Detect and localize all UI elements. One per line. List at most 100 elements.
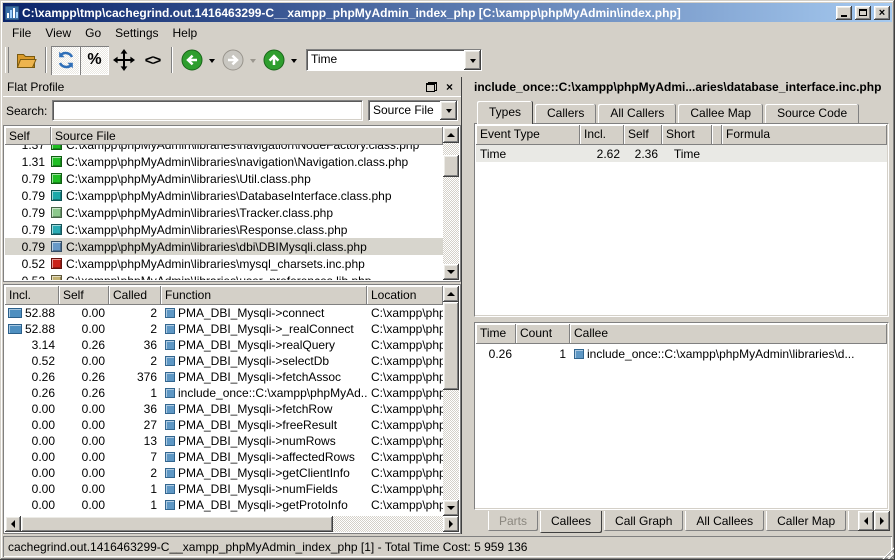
function-row[interactable]: 52.880.002PMA_DBI_Mysqli->connectC:\xamp…	[5, 305, 443, 321]
forward-dropdown-button[interactable]	[247, 46, 259, 75]
function-row[interactable]: 0.000.001PMA_DBI_Mysqli->numFieldsC:\xam…	[5, 481, 443, 497]
callees-table-row-area[interactable]: 0.261include_once::C:\xampp\phpMyAdmin\l…	[476, 345, 887, 362]
file-row[interactable]: 0.79C:\xampp\phpMyAdmin\libraries\Util.c…	[5, 170, 443, 187]
scroll-down-button[interactable]	[443, 264, 459, 280]
column-header-blank[interactable]	[712, 125, 722, 145]
file-row[interactable]: 0.79C:\xampp\phpMyAdmin\libraries\dbi\DB…	[5, 238, 443, 255]
tab-callee-map[interactable]: Callee Map	[678, 104, 763, 123]
event-type-dropdown-button[interactable]	[464, 50, 481, 70]
file-row[interactable]: 0.79C:\xampp\phpMyAdmin\libraries\Respon…	[5, 221, 443, 238]
scroll-left-button[interactable]	[5, 516, 21, 532]
column-header-self[interactable]: Self	[624, 125, 662, 145]
column-header-event-type[interactable]: Event Type	[476, 125, 580, 145]
function-row[interactable]: 0.520.002PMA_DBI_Mysqli->selectDbC:\xamp…	[5, 353, 443, 369]
close-button[interactable]: ×	[874, 6, 890, 20]
column-header-incl[interactable]: Incl.	[580, 125, 624, 145]
column-header-callee[interactable]: Callee	[570, 324, 887, 344]
scroll-up-button[interactable]	[443, 127, 459, 143]
function-row[interactable]: 0.000.002PMA_DBI_Mysqli->getClientInfoC:…	[5, 465, 443, 481]
percent-button[interactable]: %	[80, 46, 109, 75]
back-dropdown-button[interactable]	[206, 46, 218, 75]
forward-button[interactable]	[218, 46, 247, 75]
column-header-time[interactable]: Time	[476, 324, 516, 344]
title-bar[interactable]: C:\xampp\tmp\cachegrind.out.1416463299-C…	[3, 3, 892, 22]
tab-callees[interactable]: Callees	[540, 511, 602, 533]
types-table-row-area[interactable]: Time2.622.36Time	[476, 145, 887, 162]
back-button[interactable]	[177, 46, 206, 75]
tab-all-callees[interactable]: All Callees	[685, 511, 764, 531]
function-row[interactable]: 0.260.26376PMA_DBI_Mysqli->fetchAssocC:\…	[5, 369, 443, 385]
tab-types[interactable]: Types	[477, 101, 533, 124]
tab-caller-map[interactable]: Caller Map	[766, 511, 846, 531]
menu-help[interactable]: Help	[166, 24, 205, 42]
percent-icon: %	[87, 51, 101, 69]
function-row[interactable]: 0.000.0036PMA_DBI_Mysqli->fetchRowC:\xam…	[5, 401, 443, 417]
tab-call-graph[interactable]: Call Graph	[604, 511, 683, 531]
column-header-count[interactable]: Count	[516, 324, 570, 344]
column-header-self[interactable]: Self	[59, 286, 109, 305]
scroll-thumb[interactable]	[21, 516, 333, 532]
file-row[interactable]: 1.31C:\xampp\phpMyAdmin\libraries\naviga…	[5, 153, 443, 170]
up-button[interactable]	[259, 46, 288, 75]
function-row[interactable]: 0.260.261include_once::C:\xampp\phpMyAd.…	[5, 385, 443, 401]
column-header-incl[interactable]: Incl.	[5, 286, 59, 305]
search-input[interactable]	[52, 100, 363, 121]
function-row[interactable]: 0.000.0027PMA_DBI_Mysqli->freeResultC:\x…	[5, 417, 443, 433]
column-header-called[interactable]: Called	[109, 286, 161, 305]
column-header-location[interactable]: Location	[367, 286, 443, 305]
incl-cell: 0.00	[5, 498, 59, 512]
group-by-dropdown-button[interactable]	[440, 101, 457, 120]
scroll-thumb[interactable]	[443, 155, 459, 177]
function-row[interactable]: 0.000.001PMA_DBI_Mysqli->getProtoInfoC:\…	[5, 497, 443, 513]
file-row[interactable]: 0.52C:\xampp\phpMyAdmin\libraries\mysql_…	[5, 255, 443, 272]
tab-callers[interactable]: Callers	[535, 104, 596, 123]
scroll-down-button[interactable]	[443, 500, 459, 516]
reload-button[interactable]	[51, 46, 80, 75]
scroll-thumb[interactable]	[443, 302, 459, 390]
scroll-right-button[interactable]	[443, 516, 459, 532]
dock-close-button[interactable]: ×	[442, 80, 457, 94]
column-header-source-file[interactable]: Source File	[51, 127, 443, 145]
tab-source-code[interactable]: Source Code	[765, 104, 859, 123]
function-cell: include_once::C:\xampp\phpMyAd...	[161, 386, 367, 400]
file-row[interactable]: 1.37C:\xampp\phpMyAdmin\libraries\naviga…	[5, 145, 443, 153]
function-row[interactable]: 0.000.007PMA_DBI_Mysqli->affectedRowsC:\…	[5, 449, 443, 465]
location-cell: C:\xampp\phpMy...	[367, 434, 443, 448]
file-row[interactable]: 0.79C:\xampp\phpMyAdmin\libraries\Databa…	[5, 187, 443, 204]
dock-header[interactable]: Flat Profile ×	[3, 77, 461, 97]
move-button[interactable]	[109, 46, 138, 75]
self-percent-value: 1.31	[5, 155, 49, 169]
column-header-self[interactable]: Self	[5, 127, 51, 145]
panel-splitter[interactable]	[461, 77, 470, 534]
file-row[interactable]: 0.79C:\xampp\phpMyAdmin\libraries\Tracke…	[5, 204, 443, 221]
toolbar-handle[interactable]	[5, 47, 9, 73]
file-list-rows[interactable]: 1.37C:\xampp\phpMyAdmin\libraries\naviga…	[5, 145, 443, 280]
function-table-rows[interactable]: 52.880.002PMA_DBI_Mysqli->connectC:\xamp…	[5, 305, 443, 516]
dock-float-button[interactable]	[424, 80, 439, 94]
function-icon	[165, 372, 175, 382]
function-row[interactable]: 0.000.0013PMA_DBI_Mysqli->numRowsC:\xamp…	[5, 433, 443, 449]
menu-go[interactable]: Go	[78, 24, 108, 42]
scroll-up-button[interactable]	[443, 286, 459, 302]
open-button[interactable]	[12, 46, 41, 75]
minimize-button[interactable]	[836, 6, 852, 20]
tab-scroll-left-button[interactable]	[858, 511, 874, 531]
column-header-formula[interactable]: Formula	[722, 125, 887, 145]
up-dropdown-button[interactable]	[288, 46, 300, 75]
self-cell: 0.00	[59, 322, 109, 336]
menu-view[interactable]: View	[38, 24, 78, 42]
menu-file[interactable]: File	[5, 24, 38, 42]
column-header-function[interactable]: Function	[161, 286, 367, 305]
maximize-button[interactable]	[855, 6, 871, 20]
relative-button[interactable]: <>	[138, 46, 167, 75]
event-type-select[interactable]: Time	[306, 49, 482, 71]
menu-settings[interactable]: Settings	[108, 24, 165, 42]
function-row[interactable]: 3.140.2636PMA_DBI_Mysqli->realQueryC:\xa…	[5, 337, 443, 353]
column-header-short[interactable]: Short	[662, 125, 712, 145]
function-icon	[165, 484, 175, 494]
function-row[interactable]: 52.880.002PMA_DBI_Mysqli->_realConnectC:…	[5, 321, 443, 337]
tab-scroll-right-button[interactable]	[874, 511, 890, 531]
tab-all-callers[interactable]: All Callers	[598, 104, 676, 123]
file-row[interactable]: 0.52C:\xampp\phpMyAdmin\libraries\user_p…	[5, 272, 443, 280]
group-by-select[interactable]: Source File	[368, 100, 458, 121]
